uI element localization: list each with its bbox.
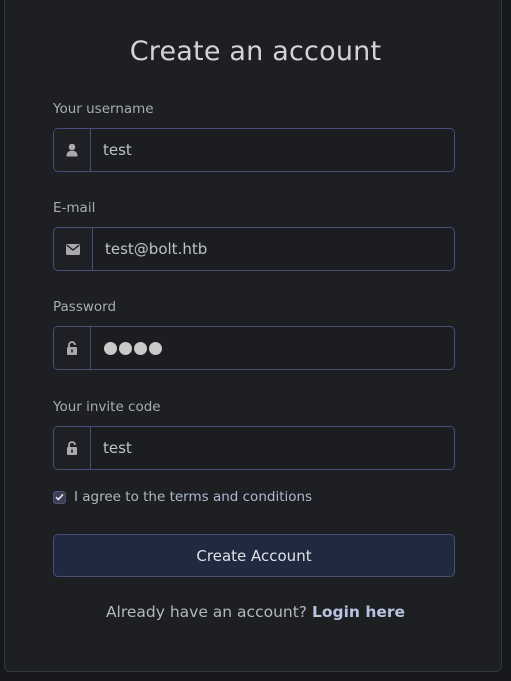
password-field-group (53, 326, 455, 370)
login-prompt-text: Already have an account? (105, 603, 312, 621)
username-input[interactable] (91, 129, 454, 171)
unlock-icon (54, 427, 91, 469)
terms-row: I agree to the terms and conditions (53, 489, 312, 505)
password-mask-dot (149, 341, 162, 355)
username-field-group (53, 128, 455, 172)
invite-code-label: Your invite code (53, 399, 161, 415)
invite-code-input[interactable] (91, 427, 454, 469)
create-account-button[interactable]: Create Account (53, 534, 455, 577)
login-prompt: Already have an account? Login here (0, 603, 511, 621)
terms-link[interactable]: terms and conditions (170, 489, 313, 505)
email-input[interactable] (93, 228, 454, 270)
username-label: Your username (53, 101, 154, 117)
email-label: E-mail (53, 200, 96, 216)
check-icon (55, 493, 64, 501)
invite-code-field-group (53, 426, 455, 470)
unlock-icon (54, 327, 91, 369)
email-field-group (53, 227, 455, 271)
password-label: Password (53, 299, 117, 315)
terms-text: I agree to the (74, 489, 170, 505)
password-input[interactable] (91, 327, 162, 369)
user-icon (54, 129, 91, 171)
password-mask-dot (119, 341, 132, 355)
login-link[interactable]: Login here (312, 603, 405, 621)
terms-checkbox[interactable] (53, 490, 66, 504)
password-mask-dot (104, 341, 117, 355)
password-mask-dot (134, 341, 147, 355)
page-title: Create an account (129, 36, 382, 67)
envelope-icon (54, 228, 93, 270)
